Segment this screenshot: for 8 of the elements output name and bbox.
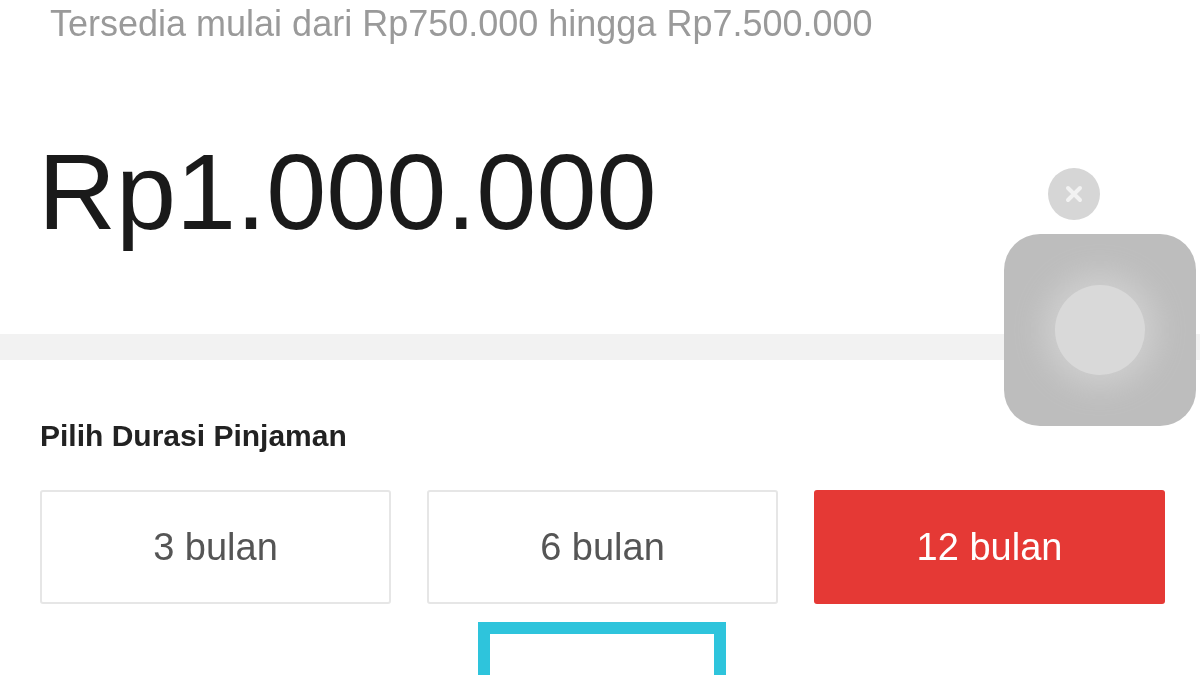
duration-option[interactable]: 3 bulan	[40, 490, 391, 604]
section-title: Pilih Durasi Pinjaman	[40, 418, 348, 454]
floating-assistive-button[interactable]	[1004, 234, 1196, 426]
range-text: Tersedia mulai dari Rp750.000 hingga Rp7.500.000	[50, 2, 874, 46]
duration-option[interactable]: 12 bulan	[814, 490, 1165, 604]
close-icon[interactable]	[1048, 168, 1100, 220]
loan-amount: Rp1.000.000	[38, 132, 657, 252]
duration-option[interactable]: 6 bulan	[427, 490, 778, 604]
